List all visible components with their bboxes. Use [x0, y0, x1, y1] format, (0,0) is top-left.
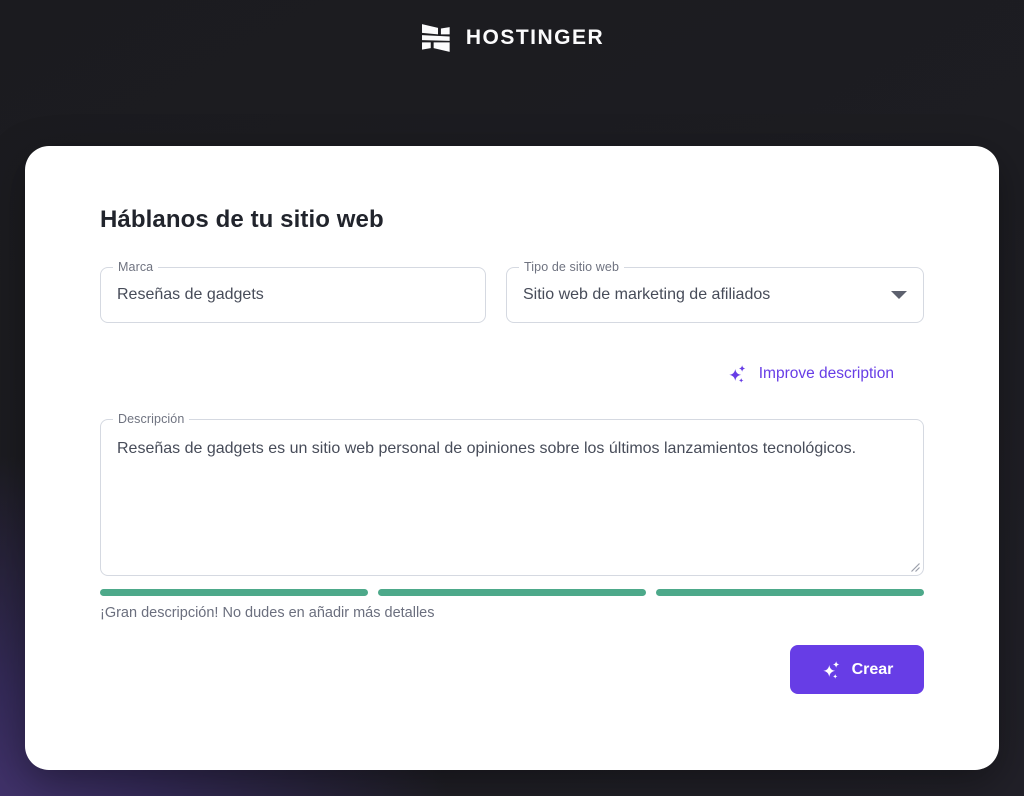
- onboarding-card: Háblanos de tu sitio web Marca Tipo de s…: [25, 146, 999, 770]
- site-type-label: Tipo de sitio web: [519, 259, 625, 276]
- improve-description-button[interactable]: Improve description: [727, 363, 894, 385]
- fields-row: Marca Tipo de sitio web Sitio web de mar…: [100, 259, 924, 323]
- description-quality-message: ¡Gran descripción! No dudes en añadir má…: [100, 605, 435, 621]
- brand-input[interactable]: [101, 268, 485, 322]
- description-field: Descripción Reseñas de gadgets es un sit…: [100, 411, 924, 576]
- description-quality-bars: [100, 589, 924, 596]
- create-button[interactable]: Crear: [790, 645, 924, 694]
- description-block: Descripción Reseñas de gadgets es un sit…: [100, 411, 924, 576]
- site-type-select[interactable]: Tipo de sitio web Sitio web de marketing…: [506, 259, 924, 323]
- description-field-label: Descripción: [113, 411, 190, 428]
- site-type-value: Sitio web de marketing de afiliados: [523, 286, 771, 303]
- brand-field: Marca: [100, 259, 486, 323]
- actions-row: Crear: [100, 645, 924, 694]
- quality-bar-segment: [378, 589, 646, 596]
- quality-bar-segment: [656, 589, 924, 596]
- sparkles-icon: [729, 365, 746, 383]
- hostinger-logo: HOSTINGER: [420, 22, 604, 54]
- brand-field-label: Marca: [113, 259, 159, 276]
- sparkles-icon: [822, 660, 839, 679]
- brand-wordmark: HOSTINGER: [465, 26, 605, 49]
- quality-bar-segment: [100, 589, 368, 596]
- page-title: Háblanos de tu sitio web: [100, 206, 384, 233]
- description-textarea[interactable]: Reseñas de gadgets es un sitio web perso…: [101, 420, 923, 575]
- improve-description-label: Improve description: [758, 365, 894, 382]
- app-header: HOSTINGER: [0, 0, 1024, 146]
- chevron-down-icon: [891, 291, 907, 299]
- create-button-label: Crear: [851, 660, 894, 678]
- hostinger-h-icon: [420, 22, 452, 54]
- improve-description-row: Improve description: [100, 362, 924, 386]
